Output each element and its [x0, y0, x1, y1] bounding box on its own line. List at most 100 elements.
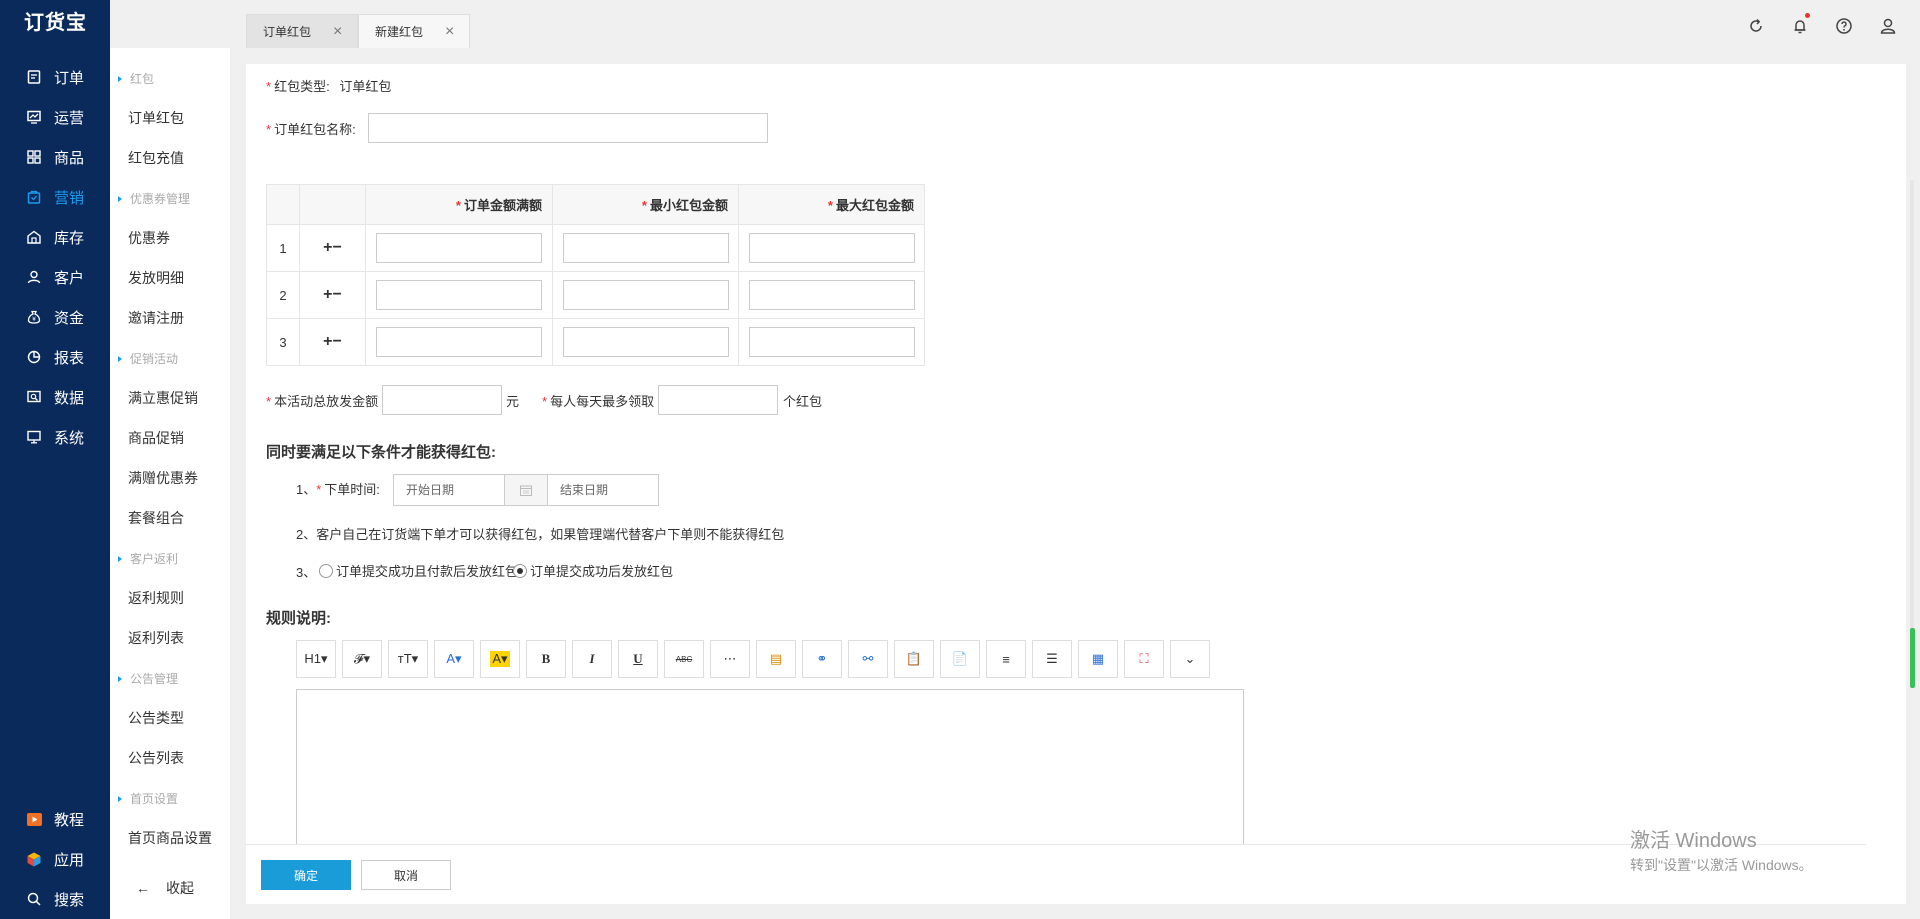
subnav-item-rebate-list[interactable]: 返利列表 [128, 628, 184, 648]
min-amount-input[interactable] [562, 233, 729, 263]
close-icon[interactable]: × [333, 23, 342, 40]
subnav-item-notice-list[interactable]: 公告列表 [128, 748, 184, 768]
condition-1-label: 1、* 下单时间: [296, 482, 380, 497]
nav-item-customer[interactable]: 客户 [0, 257, 110, 297]
refresh-icon[interactable] [1746, 16, 1766, 36]
subnav-item-rebate-rules[interactable]: 返利规则 [128, 588, 184, 608]
calendar-icon[interactable] [505, 474, 547, 506]
add-row-button[interactable]: + [323, 333, 332, 350]
tab-new-redpacket[interactable]: 新建红包 × [358, 14, 470, 48]
radio-paid-release[interactable]: 订单提交成功且付款后发放红包 [319, 561, 518, 580]
marketing-icon [26, 189, 42, 205]
subnav-item-coupon[interactable]: 优惠券 [128, 228, 170, 248]
subnav-item-redpacket-recharge[interactable]: 红包充值 [128, 148, 184, 168]
subnav-item-invite-register[interactable]: 邀请注册 [128, 308, 184, 328]
nav-item-apps[interactable]: 应用 [0, 839, 110, 879]
subnav-item-issue-detail[interactable]: 发放明细 [128, 268, 184, 288]
more-button[interactable]: ⌄ [1170, 640, 1210, 678]
data-icon [26, 389, 42, 405]
subnav-item-gift-coupon[interactable]: 满赠优惠券 [128, 468, 198, 488]
scrollbar-track[interactable] [1910, 180, 1914, 680]
unlink-button[interactable]: ⚯ [848, 640, 888, 678]
min-amount-input[interactable] [562, 327, 729, 357]
nav-item-operation[interactable]: 运营 [0, 97, 110, 137]
nav-item-reports[interactable]: 报表 [0, 337, 110, 377]
start-date-input[interactable]: 开始日期 [393, 474, 505, 506]
max-amount-input[interactable] [748, 327, 915, 357]
remove-row-button[interactable]: − [333, 239, 342, 256]
rules-editor[interactable] [296, 689, 1244, 859]
heading-button[interactable]: H1▾ [296, 640, 336, 678]
nav-item-tutorial[interactable]: 教程 [0, 799, 110, 839]
redpacket-name-label-row: * 订单红包名称: [266, 122, 356, 137]
close-icon[interactable]: × [445, 23, 454, 40]
paste-text-button[interactable]: 📄 [940, 640, 980, 678]
nav-item-funds[interactable]: ¥ 资金 [0, 297, 110, 337]
table-insert-button[interactable]: ▦ [1078, 640, 1118, 678]
order-amount-input[interactable] [376, 280, 542, 310]
max-amount-input[interactable] [748, 280, 915, 310]
add-row-button[interactable]: + [323, 239, 332, 256]
nav-item-orders[interactable]: 订单 [0, 57, 110, 97]
total-amount-label-row: * 本活动总放发金额 [266, 394, 379, 409]
remove-row-button[interactable]: − [333, 286, 342, 303]
row-actions: +− [299, 271, 366, 319]
subnav-item-order-redpacket[interactable]: 订单红包 [128, 108, 184, 128]
nav-item-marketing[interactable]: 营销 [0, 177, 110, 217]
order-amount-input[interactable] [376, 327, 542, 357]
link-button[interactable]: ⚭ [802, 640, 842, 678]
subnav-item-combo[interactable]: 套餐组合 [128, 508, 184, 528]
font-color-button[interactable]: A▾ [434, 640, 474, 678]
main-content: * 红包类型: 订单红包 * 订单红包名称: * 订单金额满额 * 最小红包金额 * 最大… [246, 64, 1906, 904]
nav-item-system[interactable]: 系统 [0, 417, 110, 457]
redpacket-name-input[interactable] [368, 113, 768, 143]
font-size-button[interactable]: тT▾ [388, 640, 428, 678]
nav-item-warehouse[interactable]: 库存 [0, 217, 110, 257]
help-icon[interactable] [1834, 16, 1854, 36]
confirm-button[interactable]: 确定 [261, 860, 351, 890]
radio-submit-release[interactable]: 订单提交成功后发放红包 [513, 561, 673, 580]
left-navigation: 订货宝 订单 运营 商品 营销 库存 客户 ¥ 资金 报表 数据 系统 教程 应… [0, 0, 110, 919]
scrollbar-thumb[interactable] [1910, 628, 1915, 688]
nav-item-label: 报表 [54, 349, 85, 367]
bg-color-button[interactable]: A▾ [480, 640, 520, 678]
subnav-item-full-discount[interactable]: 满立惠促销 [128, 388, 198, 408]
total-amount-input[interactable] [382, 385, 502, 415]
font-family-button[interactable]: 𝓕▾ [342, 640, 382, 678]
app-logo: 订货宝 [24, 12, 87, 34]
amount-tier-table: * 订单金额满额 * 最小红包金额 * 最大红包金额 1 +− 2 +− 3 +− [266, 184, 925, 366]
add-row-button[interactable]: + [323, 286, 332, 303]
max-amount-input[interactable] [748, 233, 915, 263]
collapse-sidebar-button[interactable]: ← 收起 [136, 878, 194, 898]
daily-limit-input[interactable] [658, 385, 778, 415]
nav-item-data[interactable]: 数据 [0, 377, 110, 417]
tab-order-redpacket[interactable]: 订单红包 × [246, 14, 358, 48]
watermark-line-1: 激活 Windows [1630, 830, 1757, 852]
daily-limit-unit: 个红包 [783, 394, 823, 409]
user-icon[interactable] [1878, 16, 1898, 36]
subnav-item-home-goods[interactable]: 首页商品设置 [128, 828, 212, 848]
strikethrough-button[interactable]: ABC [664, 640, 704, 678]
end-date-input[interactable]: 结束日期 [547, 474, 659, 506]
subnav-item-notice-type[interactable]: 公告类型 [128, 708, 184, 728]
nav-item-label: 库存 [54, 229, 85, 247]
nav-item-search[interactable]: 搜索 [0, 879, 110, 919]
bold-button[interactable]: B [526, 640, 566, 678]
unordered-list-button[interactable]: ☰ [1032, 640, 1072, 678]
insert-button[interactable]: ▤ [756, 640, 796, 678]
min-amount-input[interactable] [562, 280, 729, 310]
bell-icon[interactable] [1790, 13, 1810, 36]
nav-item-goods[interactable]: 商品 [0, 137, 110, 177]
cancel-button[interactable]: 取消 [361, 860, 451, 890]
nav-item-label: 商品 [54, 149, 85, 167]
row-number: 2 [266, 271, 300, 319]
fullscreen-button[interactable]: ⛶ [1124, 640, 1164, 678]
table-button[interactable]: ⋯ [710, 640, 750, 678]
remove-row-button[interactable]: − [333, 333, 342, 350]
subnav-item-goods-promo[interactable]: 商品促销 [128, 428, 184, 448]
order-amount-input[interactable] [376, 233, 542, 263]
paste-button[interactable]: 📋 [894, 640, 934, 678]
italic-button[interactable]: I [572, 640, 612, 678]
ordered-list-button[interactable]: ≡ [986, 640, 1026, 678]
underline-button[interactable]: U [618, 640, 658, 678]
